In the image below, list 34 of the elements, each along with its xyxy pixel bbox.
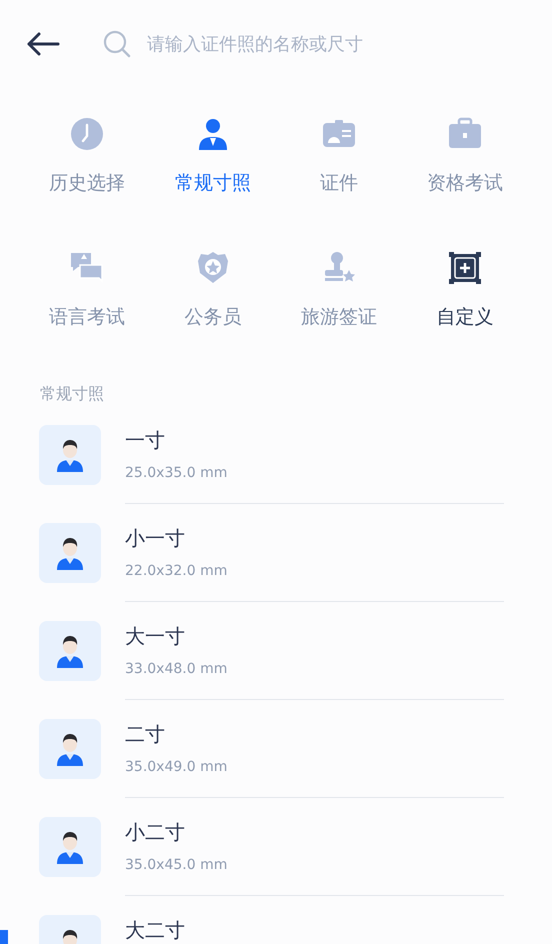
briefcase-icon [448,117,482,151]
size-name: 大一寸 [125,625,185,647]
person-icon [196,117,230,151]
category-tab[interactable]: 资格考试 [402,100,528,234]
category-tab[interactable]: 旅游签证 [276,234,402,368]
size-name: 小一寸 [125,527,185,549]
clock-icon [70,117,104,151]
person-avatar-icon [56,830,84,864]
size-dimensions: 35.0x49.0 mm [125,758,228,777]
person-avatar-icon [56,732,84,766]
category-tab[interactable]: 历史选择 [24,100,150,234]
search-icon [103,30,131,58]
edge-marker [0,930,8,944]
section-title: 常规寸照 [40,384,104,404]
size-name: 大二寸 [125,919,185,941]
category-tab[interactable]: 自定义 [402,234,528,368]
size-dimensions: 25.0x35.0 mm [125,464,228,483]
person-avatar-icon [56,438,84,472]
size-name: 小二寸 [125,821,185,843]
size-dimensions: 35.0x45.0 mm [125,856,228,875]
search-field[interactable]: 请输入证件照的名称或尺寸 [147,34,467,54]
frame-plus-icon [448,251,482,285]
category-tab[interactable]: 证件 [276,100,402,234]
size-dimensions: 33.0x48.0 mm [125,660,228,679]
badge-icon [196,251,230,285]
category-tab[interactable]: 常规寸照 [150,100,276,234]
category-tab[interactable]: 公务员 [150,234,276,368]
category-tab[interactable]: 语言考试 [24,234,150,368]
size-name: 一寸 [125,429,165,451]
size-dimensions: 22.0x32.0 mm [125,562,228,581]
size-name: 二寸 [125,723,165,745]
person-avatar-icon [56,634,84,668]
back-arrow-icon[interactable] [26,32,60,56]
person-avatar-icon [56,536,84,570]
